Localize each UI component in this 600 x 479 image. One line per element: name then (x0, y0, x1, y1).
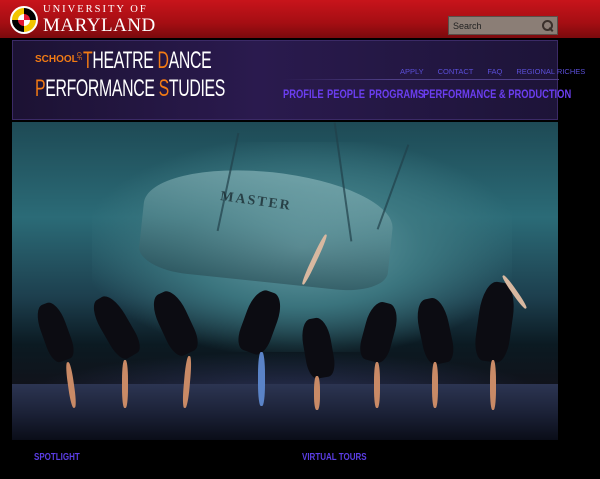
search-icon[interactable] (539, 18, 555, 34)
stage-floor (12, 384, 558, 440)
title-letter-p: P (35, 75, 46, 102)
main-link-performance-production[interactable]: PERFORMANCE & PRODUCTION (423, 87, 571, 101)
dancer-leg (490, 360, 496, 410)
search-box (448, 16, 558, 35)
dancer-leg (258, 352, 265, 406)
university-bar: UNIVERSITY OF MARYLAND (0, 0, 600, 38)
title-letter-s: S (158, 75, 170, 102)
hero-image: MASTER (12, 122, 558, 440)
virtual-tours-link[interactable]: VIRTUAL TOURS (302, 452, 367, 463)
util-link-apply[interactable]: APPLY (393, 67, 431, 76)
university-logo[interactable]: UNIVERSITY OF MARYLAND (10, 3, 156, 37)
main-link-people[interactable]: PEOPLE (327, 87, 365, 101)
title-word-ance: ANCE (168, 47, 212, 74)
title-word-erformance: ERFORMANCE (45, 75, 159, 102)
university-wordmark: UNIVERSITY OF MARYLAND (43, 3, 156, 37)
school-word: SCHOOL (35, 54, 78, 65)
main-link-programs[interactable]: PROGRAMS (369, 87, 424, 101)
utility-nav: APPLY CONTACT FAQ REGIONAL RICHES (393, 67, 592, 76)
title-letter-t: T (83, 47, 93, 74)
main-nav: PROFILE PEOPLE PROGRAMS PERFORMANCE & PR… (283, 87, 571, 101)
util-link-faq[interactable]: FAQ (480, 67, 509, 76)
nav-divider (281, 79, 559, 80)
footer-links: SPOTLIGHT VIRTUAL TOURS (0, 440, 600, 479)
school-logo[interactable]: SCHOOL OF THEATRE DANCE PERFORMANCE STUD… (35, 49, 265, 109)
title-theatre-dance: THEATRE DANCE (83, 47, 212, 74)
title-word-tudies: TUDIES (168, 75, 226, 102)
search-input[interactable] (449, 20, 537, 31)
title-performance-studies: PERFORMANCE STUDIES (35, 77, 225, 101)
school-header: SCHOOL OF THEATRE DANCE PERFORMANCE STUD… (12, 40, 585, 120)
dancer-leg (374, 362, 380, 408)
spotlight-link[interactable]: SPOTLIGHT (34, 452, 80, 463)
dancer-leg (314, 376, 320, 410)
util-link-regional-riches[interactable]: REGIONAL RICHES (509, 67, 592, 76)
dancer-leg (432, 362, 438, 408)
of-word: OF (75, 52, 81, 61)
dancer-leg (122, 360, 128, 408)
title-letter-d: D (157, 47, 169, 74)
main-link-profile[interactable]: PROFILE (283, 87, 324, 101)
title-word-heatre: HEATRE (92, 47, 158, 74)
university-seal-icon (10, 6, 38, 34)
university-line2: MARYLAND (43, 15, 156, 37)
university-line1: UNIVERSITY OF (43, 3, 148, 15)
util-link-contact[interactable]: CONTACT (431, 67, 481, 76)
